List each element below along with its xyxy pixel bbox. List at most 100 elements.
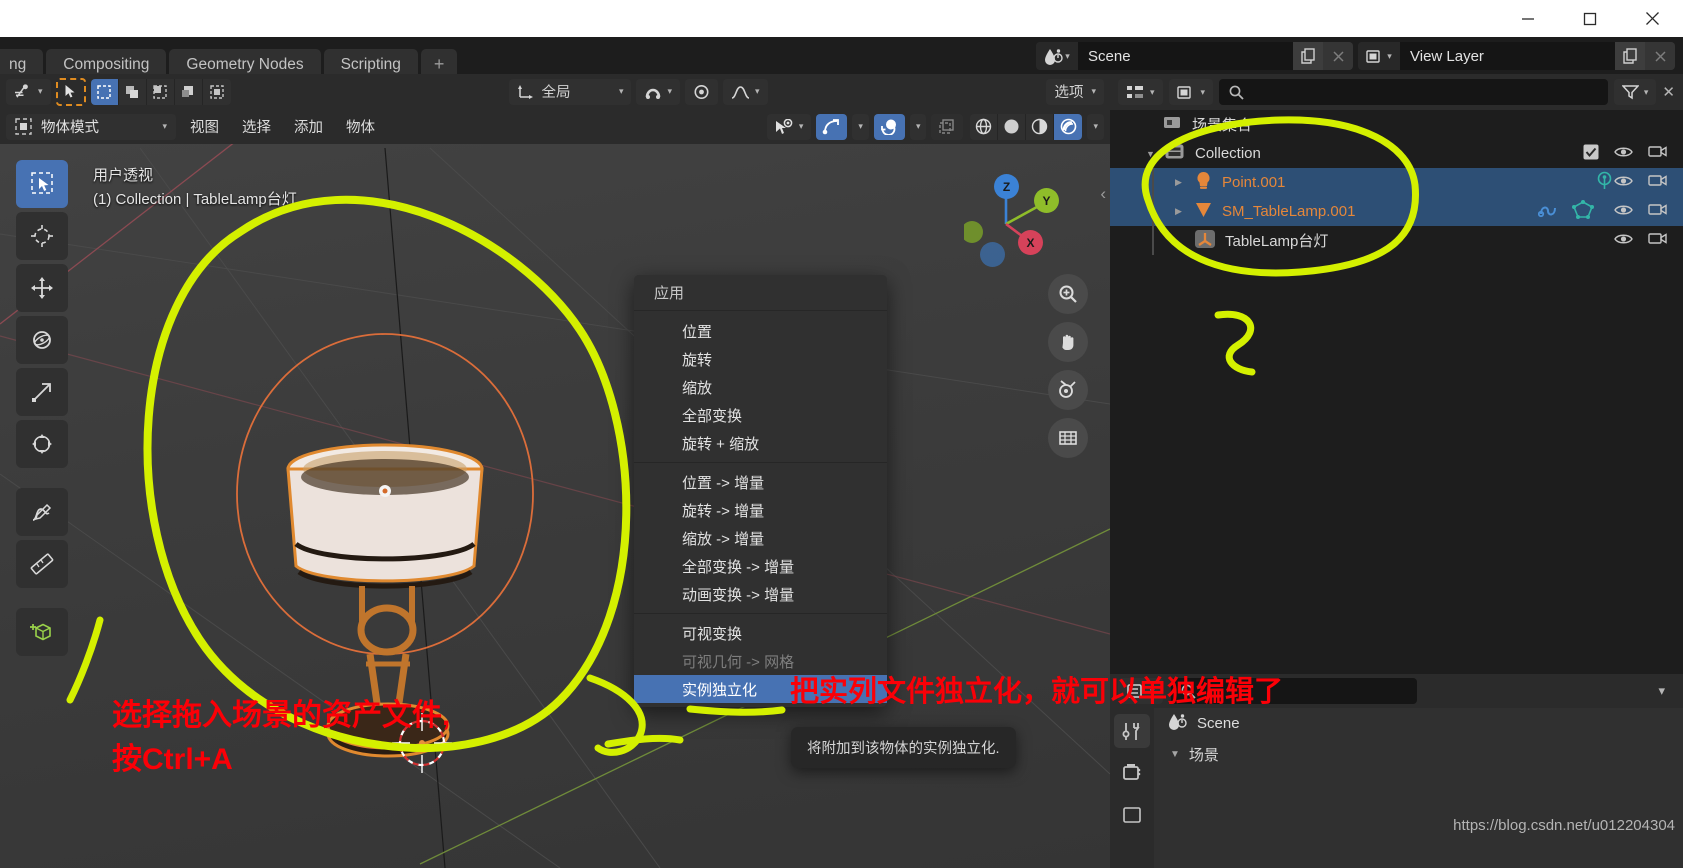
proportional-edit-icon[interactable] (685, 78, 718, 105)
close-button[interactable] (1621, 0, 1683, 37)
new-scene-button[interactable] (1293, 42, 1323, 70)
apply-menu[interactable]: 应用 位置 旋转 缩放 全部变换 旋转 + 缩放 位置 -> 增量 旋转 -> … (634, 275, 887, 707)
zoom-icon[interactable] (1048, 274, 1088, 314)
outliner-editor[interactable]: ▾ ▾ ▾ ✕ 场景集合 ▼ Collection ▶ Point.001 ▶ … (1110, 74, 1683, 674)
select-extend-icon[interactable] (118, 78, 147, 105)
overlays-dropdown[interactable]: ▾ (909, 113, 927, 140)
gizmo-icon[interactable] (816, 113, 848, 140)
snap-magnet-icon[interactable]: ▾ (636, 78, 680, 105)
camera-icon[interactable] (1648, 173, 1667, 192)
eye-icon[interactable] (1614, 203, 1633, 221)
light-data-icon[interactable] (1595, 171, 1614, 195)
menu-item-rotation-scale[interactable]: 旋转 + 缩放 (634, 429, 887, 457)
output-icon[interactable] (1114, 798, 1150, 832)
xray-icon[interactable] (931, 113, 964, 140)
new-viewlayer-button[interactable] (1615, 42, 1645, 70)
panel-scene[interactable]: ▼ 场景 (1154, 738, 1683, 765)
menu-select[interactable]: 选择 (233, 114, 280, 140)
material-preview-shading-icon[interactable] (1026, 113, 1055, 140)
maximize-button[interactable] (1559, 0, 1621, 37)
outliner-close-icon[interactable]: ✕ (1662, 83, 1675, 101)
outliner-filter-icon[interactable]: ▾ (1118, 79, 1163, 105)
menu-object[interactable]: 物体 (337, 114, 384, 140)
menu-item-rotation[interactable]: 旋转 (634, 345, 887, 373)
transform-tool[interactable] (16, 420, 68, 468)
cursor-icon[interactable] (55, 77, 86, 106)
gizmo-dropdown[interactable]: ▾ (852, 113, 869, 140)
eye-icon[interactable] (1614, 232, 1633, 250)
eye-icon[interactable] (1614, 174, 1633, 192)
eye-visibility-icon[interactable]: ▾ (766, 113, 812, 140)
overlays-icon[interactable] (873, 113, 905, 140)
camera-icon[interactable] (1648, 144, 1667, 163)
select-subtract-icon[interactable] (146, 78, 175, 105)
cursor-tool[interactable] (16, 212, 68, 260)
interaction-mode-dropdown[interactable]: 物体模式 ▾ (6, 113, 176, 140)
menu-item-all-transforms[interactable]: 全部变换 (634, 401, 887, 429)
viewlayer-name-field[interactable]: View Layer (1400, 42, 1615, 70)
camera-icon[interactable] (1048, 370, 1088, 410)
checkbox-checked-icon[interactable] (1583, 144, 1599, 164)
gizmo-axis-z-neg[interactable] (980, 242, 1005, 267)
grid-ortho-icon[interactable] (1048, 418, 1088, 458)
outliner-row-scene-collection[interactable]: 场景集合 (1110, 110, 1683, 139)
annotate-tool[interactable] (16, 488, 68, 536)
wireframe-shading-icon[interactable] (970, 113, 999, 140)
gizmo-axis-y[interactable]: Y (1034, 188, 1059, 213)
modifier-icon[interactable] (1537, 201, 1558, 223)
transform-orientation-dropdown[interactable]: 全局 ▾ (509, 78, 632, 105)
menu-item-rotation-to-deltas[interactable]: 旋转 -> 增量 (634, 496, 887, 524)
filter-icon[interactable]: ▾ (1613, 79, 1657, 105)
menu-item-visual-transform[interactable]: 可视变换 (634, 619, 887, 647)
outliner-row-empty[interactable]: TableLamp台灯 (1110, 226, 1683, 255)
disclosure-icon[interactable]: ▶ (1172, 206, 1185, 217)
rotate-tool[interactable] (16, 316, 68, 364)
tool-icon[interactable] (1114, 714, 1150, 748)
scene-name-field[interactable]: Scene (1078, 42, 1293, 70)
properties-options-caret-icon[interactable]: ▾ (1658, 683, 1675, 699)
move-tool[interactable] (16, 264, 68, 312)
gizmo-axis-z[interactable]: Z (994, 174, 1019, 199)
outliner-row-point[interactable]: ▶ Point.001 (1110, 168, 1683, 197)
scene-icon[interactable]: ▾ (1036, 42, 1078, 70)
remove-scene-button[interactable] (1323, 42, 1353, 70)
solid-shading-icon[interactable] (998, 113, 1027, 140)
select-intersect-icon[interactable] (202, 78, 231, 105)
tweak-tool[interactable] (16, 160, 68, 208)
disclosure-icon[interactable]: ▶ (1172, 177, 1185, 188)
menu-add[interactable]: 添加 (285, 114, 332, 140)
outliner-row-collection[interactable]: ▼ Collection (1110, 139, 1683, 168)
add-cube-tool[interactable] (16, 608, 68, 656)
menu-item-location-to-deltas[interactable]: 位置 -> 增量 (634, 468, 887, 496)
menu-item-anim-transform-to-deltas[interactable]: 动画变换 -> 增量 (634, 580, 887, 608)
scale-tool[interactable] (16, 368, 68, 416)
mesh-data-icon[interactable] (1572, 199, 1594, 224)
sidebar-toggle-icon[interactable]: ‹ (1100, 184, 1106, 204)
select-box-icon[interactable] (90, 78, 119, 105)
navigation-gizmo[interactable]: Z Y X (961, 162, 1070, 268)
shading-dropdown[interactable]: ▾ (1087, 113, 1104, 140)
breadcrumb[interactable]: Scene (1154, 708, 1683, 738)
viewlayer-icon[interactable]: ▾ (1358, 42, 1400, 70)
menu-item-scale-to-deltas[interactable]: 缩放 -> 增量 (634, 524, 887, 552)
render-icon[interactable] (1114, 756, 1150, 790)
rendered-shading-icon[interactable] (1054, 113, 1083, 140)
menu-item-location[interactable]: 位置 (634, 317, 887, 345)
outliner-viewlayer-icon[interactable]: ▾ (1168, 79, 1214, 105)
outliner-row-mesh[interactable]: ▶ SM_TableLamp.001 (1110, 197, 1683, 226)
minimize-button[interactable] (1497, 0, 1559, 37)
camera-icon[interactable] (1648, 231, 1667, 250)
falloff-smooth-icon[interactable]: ▾ (723, 78, 768, 105)
eye-icon[interactable] (1614, 145, 1633, 163)
pan-hand-icon[interactable] (1048, 322, 1088, 362)
select-difference-icon[interactable] (174, 78, 203, 105)
disclosure-icon[interactable]: ▼ (1170, 749, 1180, 760)
editor-type-icon[interactable]: ▾ (6, 78, 51, 105)
menu-item-scale[interactable]: 缩放 (634, 373, 887, 401)
menu-item-all-transforms-to-deltas[interactable]: 全部变换 -> 增量 (634, 552, 887, 580)
measure-tool[interactable] (16, 540, 68, 588)
viewport-options-dropdown[interactable]: 选项 ▾ (1046, 78, 1104, 105)
gizmo-axis-x[interactable]: X (1018, 230, 1043, 255)
disclosure-icon[interactable]: ▼ (1144, 149, 1157, 159)
search-input[interactable] (1219, 79, 1608, 105)
